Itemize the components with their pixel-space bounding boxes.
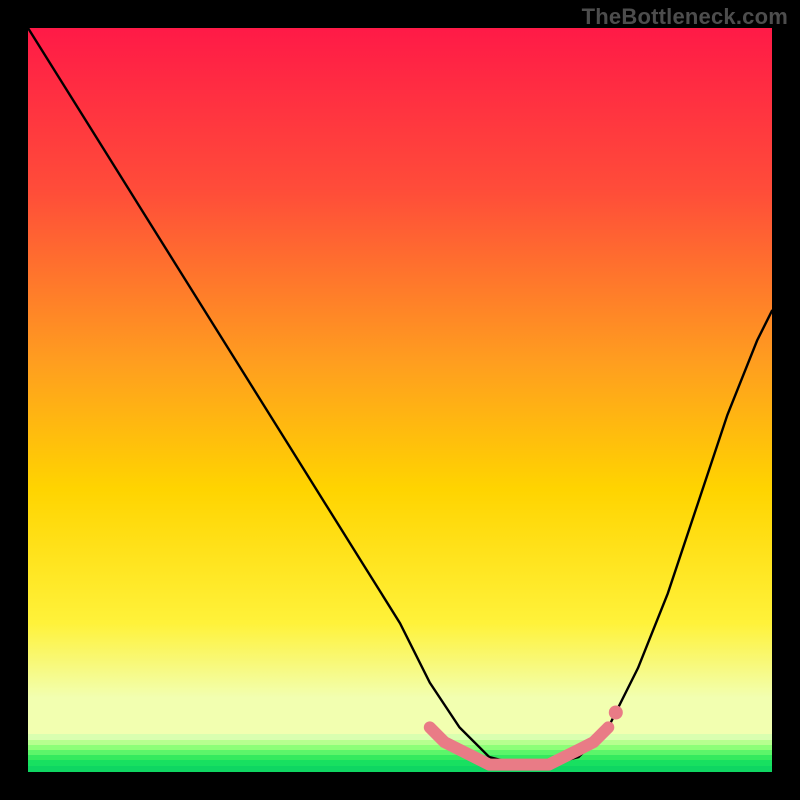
- curve-layer: [28, 28, 772, 772]
- watermark-text: TheBottleneck.com: [582, 4, 788, 30]
- plot-area: [28, 28, 772, 772]
- chart-frame: TheBottleneck.com: [0, 0, 800, 800]
- trough-marker: [430, 727, 609, 764]
- trough-marker-dot: [609, 706, 623, 720]
- main-curve: [28, 28, 772, 765]
